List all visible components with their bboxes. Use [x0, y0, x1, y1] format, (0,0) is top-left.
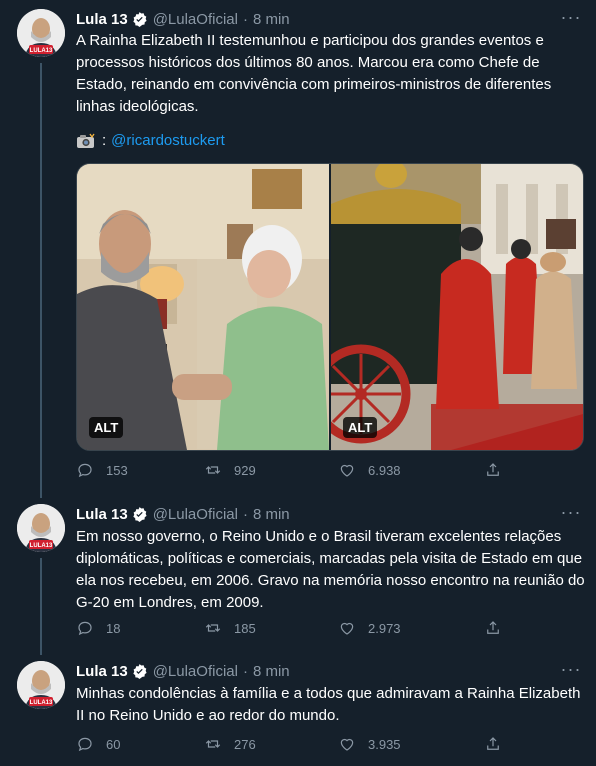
author-handle[interactable]: @LulaOficial [153, 506, 238, 523]
tweet-header: Lula 13 @LulaOficial · 8 min [76, 504, 290, 524]
like-count: 6.938 [368, 462, 401, 478]
share-button[interactable] [484, 461, 514, 479]
action-bar: 18 185 2.973 [76, 619, 516, 639]
retweet-count: 276 [234, 736, 256, 752]
reply-icon [78, 463, 92, 478]
verified-badge-icon [133, 11, 147, 27]
author-handle[interactable]: @LulaOficial [153, 11, 238, 28]
tweet-text: Em nosso governo, o Reino Unido e o Bras… [76, 528, 589, 611]
retweet-icon [205, 624, 221, 632]
like-button[interactable]: 3.935 [338, 735, 401, 753]
share-button[interactable] [484, 619, 514, 637]
avatar-badge-text: LULA13 [30, 48, 53, 54]
author-name[interactable]: Lula 13 [76, 663, 128, 680]
retweet-icon [205, 740, 221, 748]
separator: · [242, 662, 248, 680]
like-icon [340, 738, 354, 751]
camera-icon [77, 133, 95, 148]
action-bar: 60 276 3.935 [76, 735, 516, 755]
avatar-badge-text: LULA13 [30, 700, 53, 706]
reply-icon [78, 621, 92, 636]
retweet-count: 185 [234, 620, 256, 636]
like-button[interactable]: 6.938 [338, 461, 401, 479]
alt-badge[interactable]: ALT [343, 417, 378, 438]
retweet-icon [205, 466, 221, 474]
photo-carriage-image [311, 164, 583, 450]
like-button[interactable]: 2.973 [338, 619, 401, 637]
avatar[interactable]: LULA13 [17, 504, 65, 552]
action-bar: 153 929 6.938 [76, 461, 516, 481]
timestamp[interactable]: 8 min [253, 506, 290, 523]
like-icon [340, 622, 354, 635]
photo-carriage[interactable]: ALT [311, 164, 583, 450]
author-name[interactable]: Lula 13 [76, 11, 128, 28]
photo-credit-link[interactable]: @ricardostuckert [111, 130, 225, 152]
thread-line [40, 558, 42, 655]
reply-icon [78, 737, 92, 752]
share-icon [487, 737, 499, 750]
timestamp[interactable]: 8 min [253, 663, 290, 680]
reply-count: 18 [106, 620, 121, 636]
tweet-text: Minhas condolências à família e a todos … [76, 685, 585, 724]
avatar[interactable]: LULA13 [17, 661, 65, 709]
tweet-header: Lula 13 @LulaOficial · 8 min [76, 9, 290, 29]
more-options-icon[interactable]: ··· [560, 503, 582, 525]
retweet-button[interactable]: 185 [204, 619, 256, 637]
author-name[interactable]: Lula 13 [76, 506, 128, 523]
verified-badge-icon [133, 506, 147, 522]
retweet-count: 929 [234, 462, 256, 478]
avatar-badge-text: LULA13 [30, 543, 53, 549]
more-options-icon[interactable]: ··· [560, 8, 582, 30]
share-button[interactable] [484, 735, 514, 753]
avatar[interactable]: LULA13 [17, 9, 65, 57]
retweet-button[interactable]: 276 [204, 735, 256, 753]
share-icon [487, 621, 499, 634]
separator: · [242, 10, 248, 28]
timestamp[interactable]: 8 min [253, 11, 290, 28]
photo-handshake[interactable]: ALT [77, 164, 329, 450]
separator: · [242, 505, 248, 523]
reply-button[interactable]: 153 [76, 461, 128, 479]
author-handle[interactable]: @LulaOficial [153, 663, 238, 680]
reply-count: 153 [106, 462, 128, 478]
like-count: 3.935 [368, 736, 401, 752]
photo-handshake-image [77, 164, 329, 450]
share-icon [487, 463, 499, 476]
photo-credit-prefix: : [102, 132, 107, 149]
like-count: 2.973 [368, 620, 401, 636]
reply-button[interactable]: 60 [76, 735, 120, 753]
photo-credit: : @ricardostuckert [76, 130, 225, 152]
verified-badge-icon [133, 663, 147, 679]
tweet-header: Lula 13 @LulaOficial · 8 min [76, 661, 290, 681]
more-options-icon[interactable]: ··· [560, 660, 582, 682]
reply-count: 60 [106, 736, 121, 752]
tweet-text: A Rainha Elizabeth II testemunhou e part… [76, 32, 556, 115]
thread-line [40, 63, 42, 498]
alt-badge[interactable]: ALT [89, 417, 124, 438]
media-grid: ALT ALT [76, 163, 584, 451]
retweet-button[interactable]: 929 [204, 461, 256, 479]
like-icon [340, 464, 354, 477]
reply-button[interactable]: 18 [76, 619, 120, 637]
